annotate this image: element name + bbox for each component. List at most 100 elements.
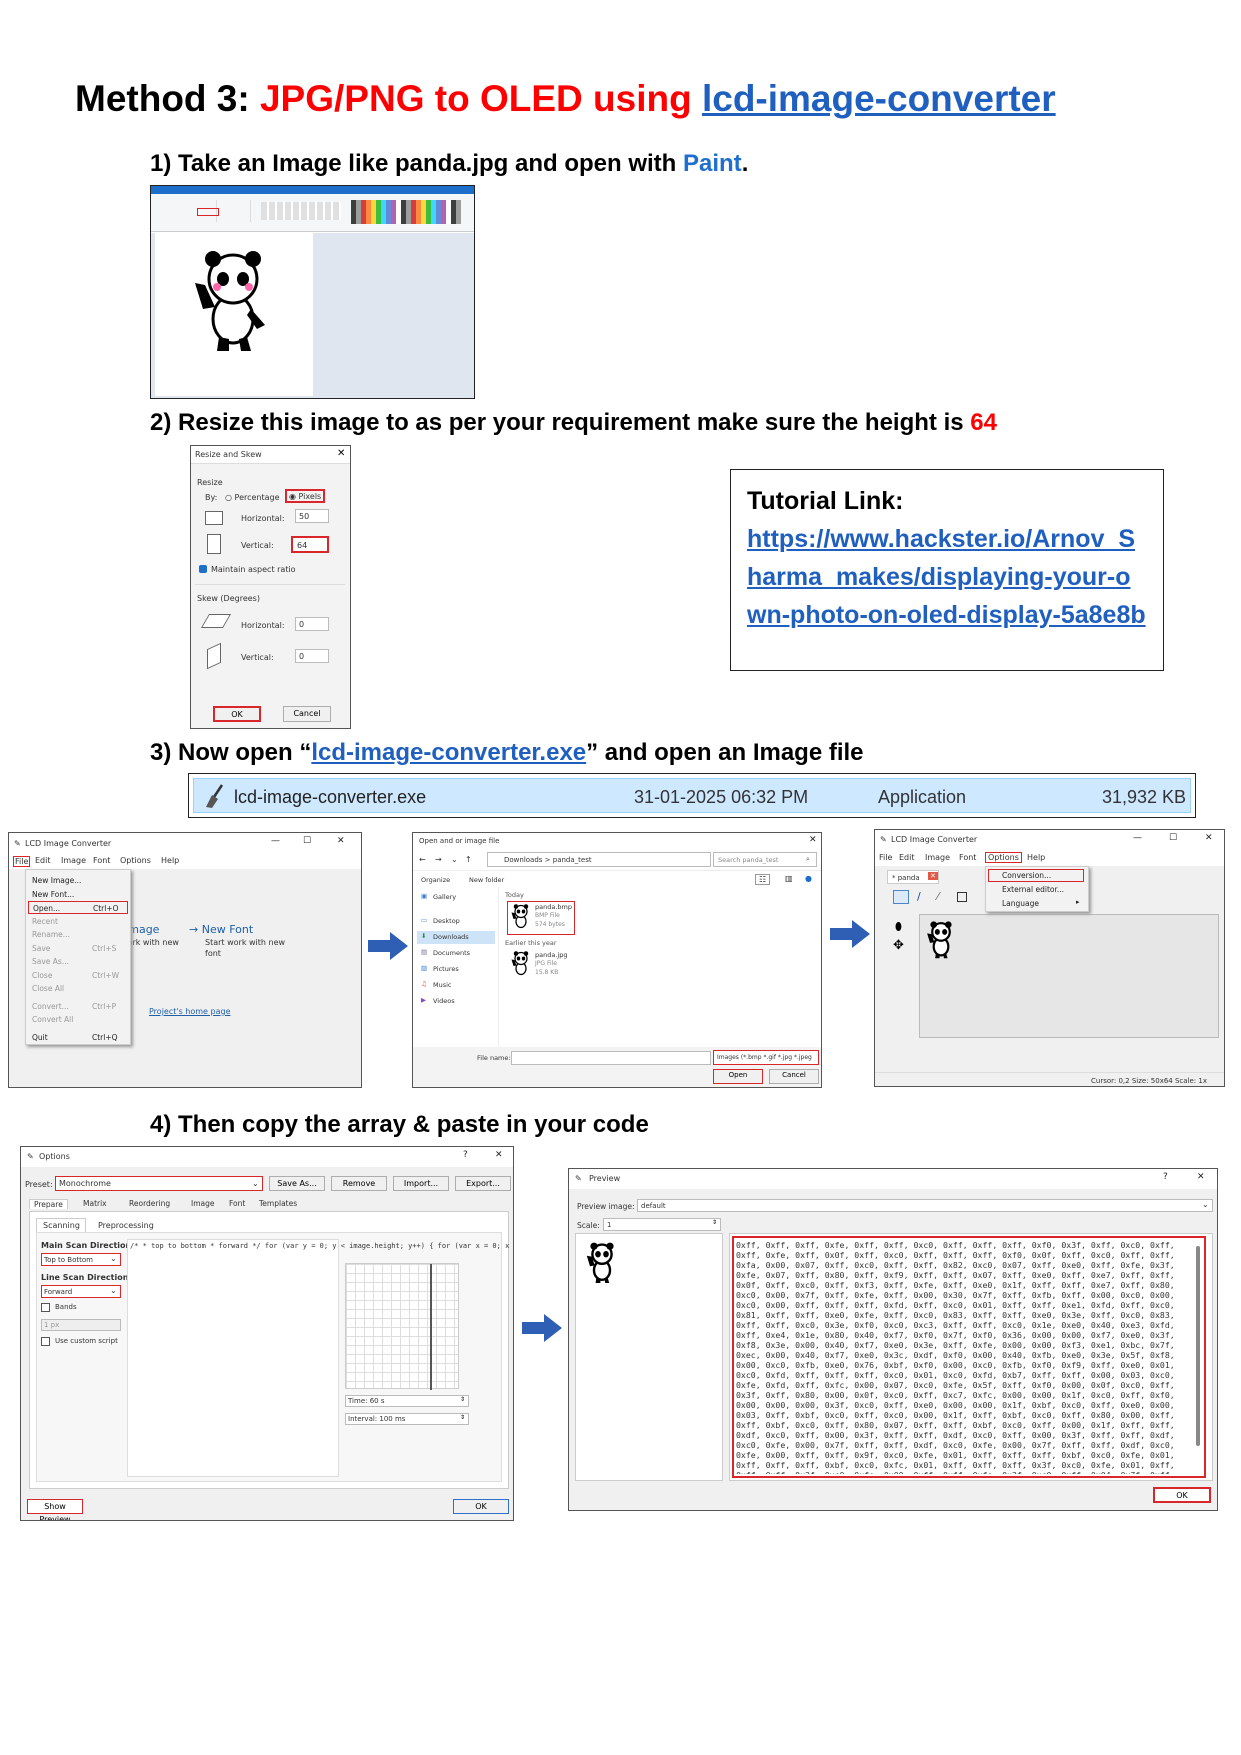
- show-preview-button[interactable]: Show Preview: [27, 1499, 83, 1520]
- bands-checkbox[interactable]: [41, 1303, 50, 1312]
- tab-close-icon[interactable]: ✕: [928, 872, 938, 880]
- preset-select[interactable]: Monochrome ⌄: [55, 1176, 263, 1191]
- vertical-input[interactable]: 64: [291, 536, 329, 553]
- up-icon[interactable]: ↑: [465, 855, 472, 864]
- tab-templates[interactable]: Templates: [259, 1199, 297, 1208]
- hex-output[interactable]: 0xff, 0xff, 0xff, 0xfe, 0xff, 0xff, 0xc0…: [729, 1233, 1213, 1481]
- sidebar-item-music[interactable]: ♫ Music: [417, 979, 495, 992]
- tab-panda[interactable]: * panda ✕: [887, 870, 939, 884]
- main-scan-select[interactable]: Top to Bottom ⌄: [41, 1253, 121, 1266]
- menu-item-language[interactable]: Language: [1002, 899, 1039, 908]
- sidebar-item-documents[interactable]: ▤ Documents: [417, 947, 495, 960]
- spinner-icon[interactable]: ⇕: [460, 1396, 465, 1403]
- select-tool-icon[interactable]: [893, 890, 909, 904]
- help-icon[interactable]: ?: [1163, 1172, 1168, 1182]
- tutorial-url[interactable]: https://www.hackster.io/Arnov_Sharma_mak…: [747, 520, 1147, 634]
- cancel-button[interactable]: Cancel: [769, 1069, 819, 1084]
- file-menu-item[interactable]: Open... Ctrl+O: [28, 901, 128, 914]
- interval-input[interactable]: Interval: 100 ms ⇕: [345, 1413, 469, 1425]
- menu-item-conversion[interactable]: Conversion...: [1002, 871, 1051, 880]
- menu-help[interactable]: Help: [161, 856, 179, 865]
- band-width-input[interactable]: 1 px: [41, 1319, 121, 1331]
- pane-icon[interactable]: ▥: [785, 874, 793, 883]
- file-menu-item[interactable]: Save As...: [28, 955, 128, 968]
- help-icon[interactable]: ?: [463, 1150, 468, 1160]
- view-icon[interactable]: ☷: [755, 874, 771, 885]
- paint-canvas[interactable]: [155, 233, 313, 396]
- file-menu-item[interactable]: Save Ctrl+S: [28, 942, 128, 955]
- sidebar-item-videos[interactable]: ▶ Videos: [417, 995, 495, 1008]
- menu-options[interactable]: Options: [985, 852, 1022, 863]
- new-folder-button[interactable]: New folder: [469, 876, 504, 884]
- close-icon[interactable]: ✕: [337, 448, 345, 459]
- skew-v-input[interactable]: 0: [295, 649, 329, 663]
- file-menu-item[interactable]: Convert All: [28, 1013, 128, 1026]
- file-menu-item[interactable]: New Font...: [28, 888, 128, 901]
- tab-image[interactable]: Image: [191, 1199, 215, 1208]
- file-menu-item[interactable]: Recent: [28, 915, 128, 928]
- file-menu-item[interactable]: New Image...: [28, 874, 128, 887]
- import-button[interactable]: Import...: [393, 1176, 449, 1191]
- step-3-link[interactable]: lcd-image-converter.exe: [311, 739, 586, 766]
- maintain-checkbox[interactable]: [199, 565, 207, 573]
- close-icon[interactable]: ✕: [809, 835, 817, 845]
- time-input[interactable]: Time: 60 s ⇕: [345, 1395, 469, 1407]
- pen-tool-icon[interactable]: /: [917, 890, 921, 903]
- forward-icon[interactable]: →: [435, 855, 442, 864]
- minimize-icon[interactable]: —: [271, 836, 280, 846]
- filename-input[interactable]: [511, 1051, 711, 1065]
- organize-button[interactable]: Organize: [421, 876, 450, 884]
- tab-reordering[interactable]: Reordering: [129, 1199, 170, 1208]
- close-icon[interactable]: ✕: [1205, 833, 1213, 843]
- file-menu-item[interactable]: Rename...: [28, 928, 128, 941]
- remove-button[interactable]: Remove: [331, 1176, 387, 1191]
- menu-image[interactable]: Image: [61, 856, 86, 865]
- skew-h-input[interactable]: 0: [295, 617, 329, 631]
- tab-prepare[interactable]: Prepare: [29, 1199, 68, 1209]
- minimize-icon[interactable]: —: [1133, 833, 1142, 843]
- move-tool-icon[interactable]: ✥: [893, 938, 904, 953]
- menu-file[interactable]: File: [13, 856, 31, 867]
- address-bar[interactable]: Downloads > panda_test: [487, 852, 711, 867]
- menu-image[interactable]: Image: [925, 853, 950, 862]
- file1-name[interactable]: panda.bmp: [535, 903, 572, 911]
- ok-button[interactable]: OK: [213, 706, 261, 722]
- menu-edit[interactable]: Edit: [899, 853, 915, 862]
- ok-button[interactable]: OK: [1153, 1487, 1211, 1503]
- spinner-icon[interactable]: ⇕: [460, 1414, 465, 1421]
- line-scan-select[interactable]: Forward ⌄: [41, 1285, 121, 1298]
- fill-tool-icon[interactable]: ⬮: [895, 920, 902, 934]
- menu-options[interactable]: Options: [120, 856, 151, 865]
- homepage-link[interactable]: Project's home page: [149, 1007, 230, 1016]
- close-icon[interactable]: ✕: [495, 1150, 503, 1160]
- cancel-button[interactable]: Cancel: [283, 706, 331, 722]
- ok-button[interactable]: OK: [453, 1499, 509, 1514]
- menu-font[interactable]: Font: [959, 853, 976, 862]
- sidebar-item-downloads[interactable]: ⬇ Downloads: [417, 931, 495, 944]
- menu-file[interactable]: File: [879, 853, 892, 862]
- preview-image-select[interactable]: default ⌄: [637, 1199, 1213, 1212]
- close-icon[interactable]: ✕: [1197, 1172, 1205, 1182]
- file-menu-item[interactable]: Close All: [28, 982, 128, 995]
- maximize-icon[interactable]: ☐: [1169, 833, 1177, 843]
- export-button[interactable]: Export...: [455, 1176, 511, 1191]
- tab-font[interactable]: Font: [229, 1199, 245, 1208]
- menu-edit[interactable]: Edit: [35, 856, 51, 865]
- sidebar-item-gallery[interactable]: ▣ Gallery: [417, 891, 495, 904]
- file2-name[interactable]: panda.jpg: [535, 951, 567, 959]
- scrollbar[interactable]: [1196, 1246, 1200, 1446]
- subtab-scanning[interactable]: Scanning: [36, 1218, 86, 1232]
- custom-script-checkbox[interactable]: [41, 1337, 50, 1346]
- file-row[interactable]: lcd-image-converter.exe 31-01-2025 06:32…: [193, 778, 1191, 813]
- file-menu-item[interactable]: Convert... Ctrl+P: [28, 1000, 128, 1013]
- pixels-radio[interactable]: ◉ Pixels: [289, 492, 321, 501]
- menu-help[interactable]: Help: [1027, 853, 1045, 862]
- horizontal-input[interactable]: 50: [295, 509, 329, 523]
- rect-tool-icon[interactable]: [957, 892, 967, 902]
- new-font-link[interactable]: → New Font: [189, 923, 253, 936]
- percentage-radio[interactable]: ○ Percentage: [225, 493, 280, 502]
- maximize-icon[interactable]: ☐: [303, 836, 311, 846]
- back-icon[interactable]: ←: [419, 855, 426, 864]
- filter-select[interactable]: Images (*.bmp *.gif *.jpg *.jpeg: [713, 1050, 819, 1065]
- menu-font[interactable]: Font: [93, 856, 110, 865]
